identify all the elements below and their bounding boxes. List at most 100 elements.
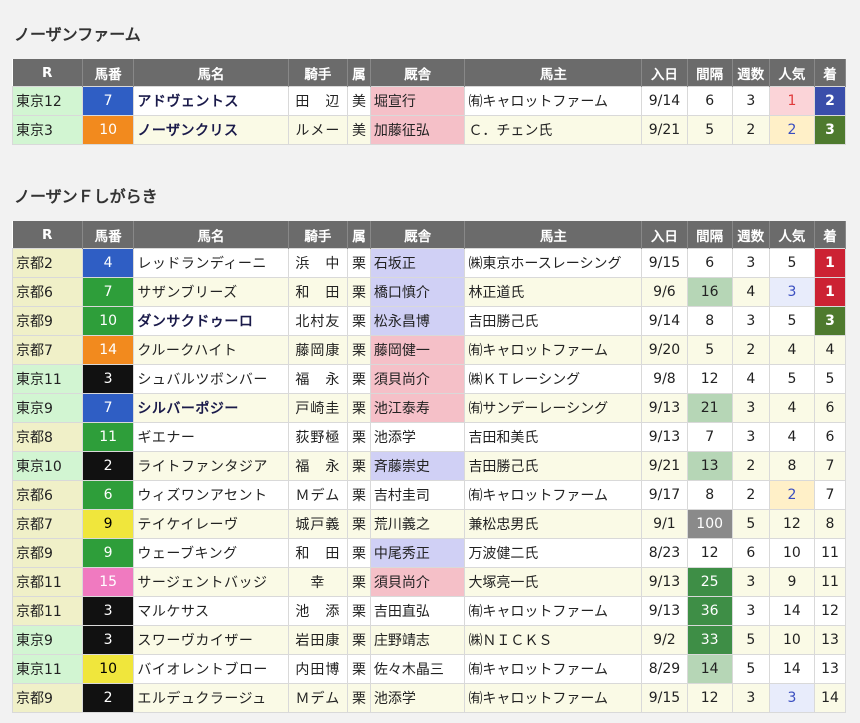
belong-cell: 栗 bbox=[347, 277, 371, 307]
interval-cell: 6 bbox=[686, 248, 733, 278]
section-title-northern-f-shigaraki: ノーザンＦしがらき bbox=[14, 187, 158, 206]
weeks-cell: 6 bbox=[731, 538, 770, 568]
header-row: R 馬番 馬名 騎手属厩舎 馬主 入日 間隔 週数 人気着 bbox=[12, 221, 846, 249]
header-entry-date: 入日 bbox=[641, 59, 688, 87]
finish-cell: 14 bbox=[814, 683, 846, 713]
horse-number-cell: 4 bbox=[81, 248, 135, 278]
interval-cell: 14 bbox=[686, 654, 733, 684]
horse-name-link[interactable]: テイケイレーヴ bbox=[133, 509, 289, 539]
jockey-cell: 北村友 bbox=[287, 306, 349, 336]
jockey-cell: 福 永 bbox=[287, 364, 349, 394]
owner-cell: ㈲サンデーレーシング bbox=[464, 393, 643, 423]
table-row: 東京11 3 シュバルツボンバー福 永栗須貝尚介 ㈱ＫＴレーシング 9/8 12 4 5 5 bbox=[12, 364, 846, 394]
header-jockey: 騎手 bbox=[288, 221, 349, 249]
jockey-cell: ルメー bbox=[287, 115, 349, 145]
horse-number-cell: 3 bbox=[81, 364, 135, 394]
table-row: 京都11 15 サージェントバッジ幸栗須貝尚介 大塚亮一氏 9/13 25 3 9 11 bbox=[12, 567, 846, 597]
popularity-cell: 10 bbox=[768, 538, 816, 568]
interval-cell: 8 bbox=[686, 480, 733, 510]
horse-name-link[interactable]: エルデュクラージュ bbox=[133, 683, 289, 713]
jockey-cell: 田 辺 bbox=[287, 86, 349, 116]
header-weeks: 週数 bbox=[732, 59, 770, 87]
table-row: 京都8 11 ギエナー 荻野極栗池添学 吉田和美氏 9/13 7 3 4 6 bbox=[12, 422, 846, 452]
entry-date-cell: 9/13 bbox=[641, 393, 688, 423]
table-row: 東京12 7 アドヴェントス田 辺美堀宣行 ㈲キャロットファーム 9/14 6 3 1 2 bbox=[12, 86, 846, 116]
table-row: 京都7 9 テイケイレーヴ 城戸義栗荒川義之 兼松忠男氏 9/1 100 5 12 8 bbox=[12, 509, 846, 539]
horse-number-cell: 10 bbox=[81, 306, 135, 336]
trainer-cell: 斉藤崇史 bbox=[369, 451, 466, 481]
entry-date-cell: 9/21 bbox=[641, 451, 688, 481]
header-horse-number: 馬番 bbox=[82, 59, 135, 87]
horse-name-link[interactable]: ダンサクドゥーロ bbox=[133, 306, 289, 336]
entry-date-cell: 9/17 bbox=[641, 480, 688, 510]
header-popularity: 人気 bbox=[769, 221, 816, 249]
horse-name-link[interactable]: サザンブリーズ bbox=[133, 277, 289, 307]
finish-cell: 3 bbox=[814, 306, 846, 336]
table-row: 東京9 3 スワーヴカイザー 岩田康栗庄野靖志 ㈱ＮＩＣＫＳ 9/2 33 5 10 13 bbox=[12, 625, 846, 655]
entry-date-cell: 9/20 bbox=[641, 335, 688, 365]
popularity-cell: 2 bbox=[768, 115, 816, 145]
interval-cell: 13 bbox=[686, 451, 733, 481]
header-finish: 着 bbox=[814, 59, 846, 87]
interval-cell: 16 bbox=[686, 277, 733, 307]
entry-date-cell: 9/21 bbox=[641, 115, 688, 145]
race-cell: 京都11 bbox=[12, 596, 83, 626]
popularity-cell: 12 bbox=[768, 509, 816, 539]
horse-name-link[interactable]: シルバーポジー bbox=[133, 393, 289, 423]
race-cell: 東京3 bbox=[12, 115, 83, 145]
finish-cell: 12 bbox=[814, 596, 846, 626]
weeks-cell: 4 bbox=[731, 277, 770, 307]
entry-date-cell: 8/23 bbox=[641, 538, 688, 568]
finish-cell: 4 bbox=[814, 335, 846, 365]
owner-cell: Ｃ．チェン氏 bbox=[464, 115, 643, 145]
table-northern-f-shigaraki: R 馬番 馬名 騎手属厩舎 馬主 入日 間隔 週数 人気着 京都2 4 レッドランディーニ浜 中栗石… bbox=[12, 221, 846, 713]
belong-cell: 栗 bbox=[347, 596, 371, 626]
weeks-cell: 3 bbox=[731, 86, 770, 116]
race-cell: 京都6 bbox=[12, 480, 83, 510]
header-race: R bbox=[12, 59, 83, 87]
weeks-cell: 3 bbox=[731, 567, 770, 597]
horse-name-link[interactable]: ウェーブキング bbox=[133, 538, 289, 568]
race-cell: 京都11 bbox=[12, 567, 83, 597]
interval-cell: 21 bbox=[686, 393, 733, 423]
jockey-cell: 荻野極 bbox=[287, 422, 349, 452]
horse-number-cell: 3 bbox=[81, 596, 135, 626]
finish-cell: 8 bbox=[814, 509, 846, 539]
horse-name-link[interactable]: クルークハイト bbox=[133, 335, 289, 365]
finish-cell: 7 bbox=[814, 451, 846, 481]
trainer-cell: 藤岡健一 bbox=[369, 335, 466, 365]
horse-name-link[interactable]: マルケサス bbox=[133, 596, 289, 626]
race-cell: 京都7 bbox=[12, 509, 83, 539]
finish-cell: 1 bbox=[814, 248, 846, 278]
horse-name-link[interactable]: スワーヴカイザー bbox=[133, 625, 289, 655]
popularity-cell: 5 bbox=[768, 248, 816, 278]
header-horse-name: 馬名 bbox=[133, 59, 289, 87]
table-row: 京都9 10 ダンサクドゥーロ 北村友栗松永昌博 吉田勝己氏 9/14 8 3 5 3 bbox=[12, 306, 846, 336]
horse-name-link[interactable]: バイオレントブロー bbox=[133, 654, 289, 684]
finish-cell: 11 bbox=[814, 538, 846, 568]
belong-cell: 栗 bbox=[347, 654, 371, 684]
table-northern-farm: R 馬番 馬名 騎手属厩舎 馬主 入日 間隔 週数 人気着 東京12 7 アドヴェントス田 辺美堀宣… bbox=[12, 59, 846, 145]
horse-name-link[interactable]: レッドランディーニ bbox=[133, 248, 289, 278]
horse-name-link[interactable]: アドヴェントス bbox=[133, 86, 289, 116]
trainer-cell: 佐々木晶三 bbox=[369, 654, 466, 684]
horse-name-link[interactable]: サージェントバッジ bbox=[133, 567, 289, 597]
interval-cell: 8 bbox=[686, 306, 733, 336]
weeks-cell: 3 bbox=[731, 393, 770, 423]
belong-cell: 栗 bbox=[347, 422, 371, 452]
table-row: 京都6 7 サザンブリーズ和 田栗橋口慎介 林正道氏 9/6 16 4 3 1 bbox=[12, 277, 846, 307]
table-row: 東京9 7 シルバーポジー 戸崎圭栗池江泰寿 ㈲サンデーレーシング 9/13 21 3 4 6 bbox=[12, 393, 846, 423]
finish-cell: 2 bbox=[814, 86, 846, 116]
horse-name-link[interactable]: ウィズワンアセント bbox=[133, 480, 289, 510]
table-row: 東京11 10 バイオレントブロー 内田博栗佐々木晶三 ㈲キャロットファーム 8/29 14… bbox=[12, 654, 846, 684]
interval-cell: 100 bbox=[686, 509, 733, 539]
horse-name-link[interactable]: ライトファンタジア bbox=[133, 451, 289, 481]
weeks-cell: 3 bbox=[731, 422, 770, 452]
horse-name-link[interactable]: シュバルツボンバー bbox=[133, 364, 289, 394]
horse-name-link[interactable]: ノーザンクリス bbox=[133, 115, 289, 145]
horse-name-link[interactable]: ギエナー bbox=[133, 422, 289, 452]
interval-cell: 7 bbox=[686, 422, 733, 452]
interval-cell: 25 bbox=[686, 567, 733, 597]
section-title-northern-farm: ノーザンファーム bbox=[14, 25, 141, 44]
header-row: R 馬番 馬名 騎手属厩舎 馬主 入日 間隔 週数 人気着 bbox=[12, 59, 846, 87]
